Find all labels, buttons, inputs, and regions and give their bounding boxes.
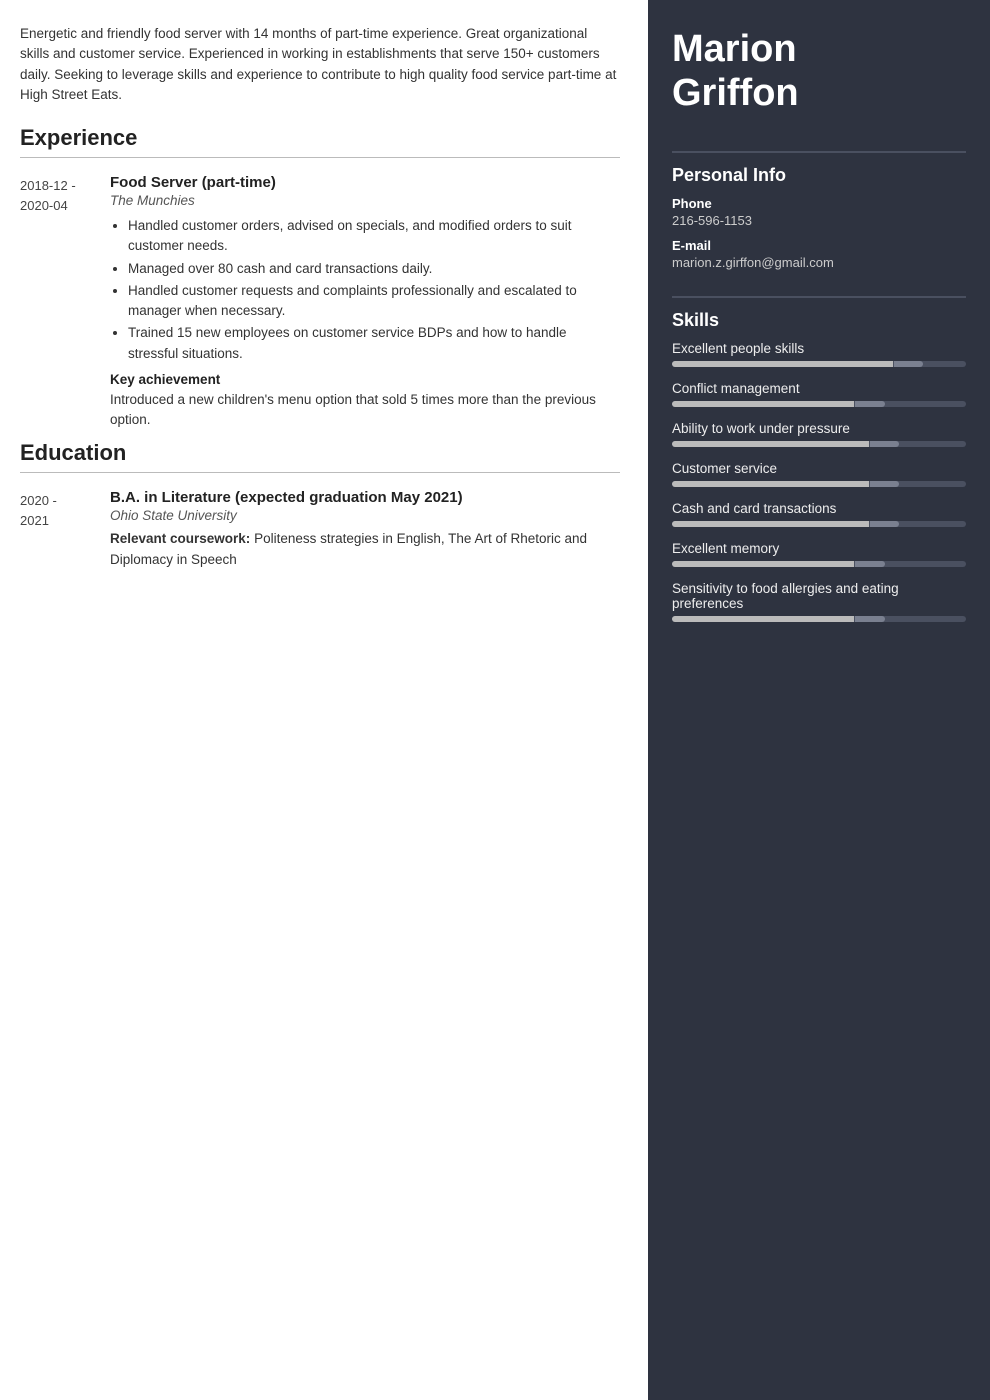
- phone-label: Phone: [672, 196, 966, 211]
- skill-bar-container: [672, 361, 966, 367]
- skill-bar-accent: [894, 361, 923, 367]
- right-panel: Marion Griffon Personal Info Phone 216-5…: [648, 0, 990, 1400]
- skill-bar-container: [672, 521, 966, 527]
- education-item: 2020 - 2021B.A. in Literature (expected …: [20, 489, 620, 570]
- experience-section-title: Experience: [20, 125, 620, 151]
- skill-name: Excellent people skills: [672, 341, 966, 356]
- skill-bar-accent: [870, 441, 899, 447]
- personal-info-title: Personal Info: [672, 151, 966, 186]
- skill-item: Excellent people skills: [672, 341, 966, 367]
- skill-bar-accent: [855, 616, 884, 622]
- degree-title: B.A. in Literature (expected graduation …: [110, 489, 620, 506]
- skill-name: Excellent memory: [672, 541, 966, 556]
- skill-bar-filled: [672, 521, 869, 527]
- institution-name: Ohio State University: [110, 508, 620, 523]
- candidate-name: Marion Griffon: [672, 28, 966, 115]
- skill-bar-filled: [672, 361, 893, 367]
- experience-item: 2018-12 - 2020-04Food Server (part-time)…: [20, 174, 620, 430]
- skill-bar-filled: [672, 481, 869, 487]
- skill-bar-accent: [855, 401, 884, 407]
- job-title: Food Server (part-time): [110, 174, 620, 191]
- skill-item: Ability to work under pressure: [672, 421, 966, 447]
- experience-content: Food Server (part-time) The Munchies Handl…: [110, 174, 620, 430]
- experience-container: 2018-12 - 2020-04Food Server (part-time)…: [20, 174, 620, 430]
- skills-title: Skills: [672, 296, 966, 331]
- education-date: 2020 - 2021: [20, 489, 110, 570]
- first-name: Marion: [672, 28, 797, 70]
- bullet-item: Managed over 80 cash and card transactio…: [128, 259, 620, 279]
- experience-date: 2018-12 - 2020-04: [20, 174, 110, 430]
- skill-item: Cash and card transactions: [672, 501, 966, 527]
- skill-bar-container: [672, 401, 966, 407]
- phone-value: 216-596-1153: [672, 213, 966, 228]
- bullet-item: Trained 15 new employees on customer ser…: [128, 323, 620, 364]
- skill-bar-accent: [855, 561, 884, 567]
- skill-bar-filled: [672, 616, 854, 622]
- key-achievement-label: Key achievement: [110, 372, 620, 387]
- education-section-title: Education: [20, 440, 620, 466]
- skill-item: Conflict management: [672, 381, 966, 407]
- bullet-item: Handled customer requests and complaints…: [128, 281, 620, 322]
- name-area: Marion Griffon: [648, 0, 990, 135]
- last-name: Griffon: [672, 72, 799, 114]
- company-name: The Munchies: [110, 193, 620, 208]
- skill-bar-filled: [672, 401, 854, 407]
- skill-name: Conflict management: [672, 381, 966, 396]
- skill-item: Sensitivity to food allergies and eating…: [672, 581, 966, 622]
- skill-bar-filled: [672, 441, 869, 447]
- email-value: marion.z.girffon@gmail.com: [672, 255, 966, 270]
- experience-divider: [20, 157, 620, 158]
- skill-item: Customer service: [672, 461, 966, 487]
- skill-bar-container: [672, 441, 966, 447]
- skill-name: Cash and card transactions: [672, 501, 966, 516]
- left-panel: Energetic and friendly food server with …: [0, 0, 648, 1400]
- summary-text: Energetic and friendly food server with …: [20, 24, 620, 105]
- email-label: E-mail: [672, 238, 966, 253]
- skill-bar-container: [672, 481, 966, 487]
- key-achievement-text: Introduced a new children's menu option …: [110, 390, 620, 431]
- skill-bar-accent: [870, 481, 899, 487]
- personal-info-section: Personal Info Phone 216-596-1153 E-mail …: [648, 135, 990, 270]
- skill-name: Ability to work under pressure: [672, 421, 966, 436]
- education-content: B.A. in Literature (expected graduation …: [110, 489, 620, 570]
- skill-bar-container: [672, 616, 966, 622]
- coursework-text: Relevant coursework: Politeness strategi…: [110, 529, 620, 570]
- skill-name: Customer service: [672, 461, 966, 476]
- bullet-list: Handled customer orders, advised on spec…: [110, 216, 620, 364]
- skill-name: Sensitivity to food allergies and eating…: [672, 581, 966, 611]
- bullet-item: Handled customer orders, advised on spec…: [128, 216, 620, 257]
- skill-item: Excellent memory: [672, 541, 966, 567]
- skill-bar-accent: [870, 521, 899, 527]
- skills-container: Excellent people skills Conflict manageme…: [672, 341, 966, 622]
- education-container: 2020 - 2021B.A. in Literature (expected …: [20, 489, 620, 570]
- skill-bar-container: [672, 561, 966, 567]
- education-divider: [20, 472, 620, 473]
- skill-bar-filled: [672, 561, 854, 567]
- skills-section: Skills Excellent people skills Conflict m…: [648, 280, 990, 622]
